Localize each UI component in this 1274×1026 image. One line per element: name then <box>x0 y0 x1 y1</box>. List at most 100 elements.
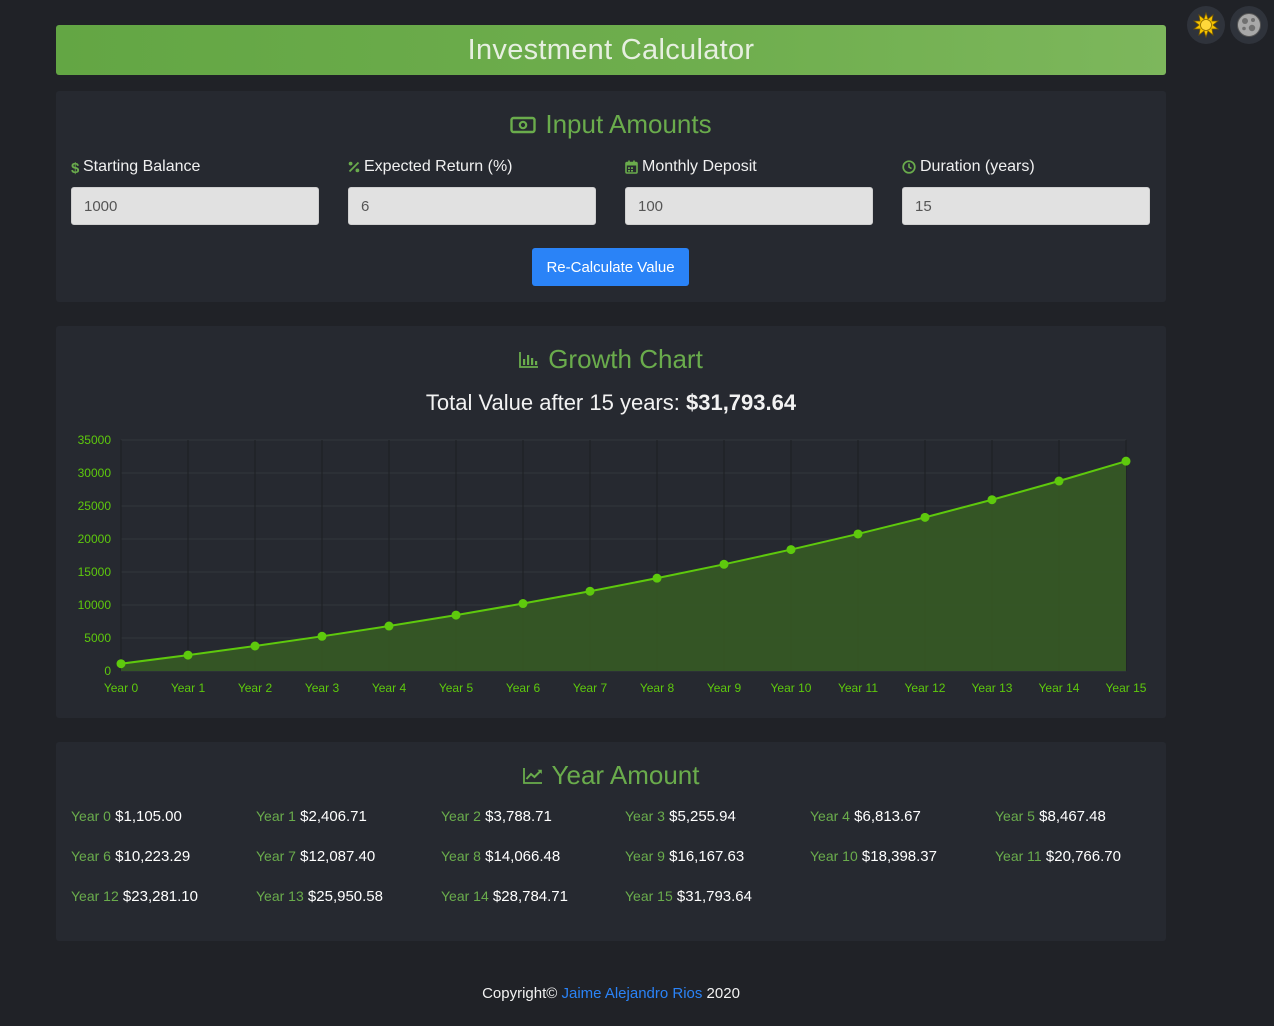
year-value: $20,766.70 <box>1041 848 1121 865</box>
percent-icon <box>348 161 360 173</box>
monthly-deposit-label: Monthly Deposit <box>642 158 757 175</box>
data-point <box>116 659 126 669</box>
data-point <box>786 545 796 555</box>
year-label: Year 1 <box>256 808 296 824</box>
input-amounts-heading: Input Amounts <box>56 109 1166 140</box>
data-point <box>317 631 327 641</box>
x-tick-label: Year 13 <box>972 681 1013 695</box>
x-tick-label: Year 5 <box>439 681 474 695</box>
copyright-year: 2020 <box>702 985 740 1002</box>
year-value: $14,066.48 <box>480 848 561 865</box>
x-tick-label: Year 6 <box>506 681 541 695</box>
year-amount-title: Year Amount <box>551 760 700 790</box>
year-value: $25,950.58 <box>303 888 383 905</box>
monthly-deposit-input[interactable] <box>625 187 873 225</box>
year-amount-item: Year 3 $5,255.94 <box>625 808 736 825</box>
year-value: $12,087.40 <box>295 848 376 865</box>
author-link[interactable]: Jaime Alejandro Rios <box>561 985 702 1002</box>
year-amount-item: Year 8 $14,066.48 <box>441 848 560 865</box>
year-amount-item: Year 0 $1,105.00 <box>71 808 182 825</box>
year-amount-item: Year 14 $28,784.71 <box>441 888 568 905</box>
sun-icon <box>1193 12 1219 38</box>
expected-return-input[interactable] <box>348 187 596 225</box>
year-value: $5,255.94 <box>664 808 736 825</box>
footer: Copyright© Jaime Alejandro Rios 2020 <box>0 985 1222 1002</box>
y-tick-label: 0 <box>104 664 111 678</box>
copyright-prefix: Copyright© <box>482 985 562 1002</box>
year-amount-item: Year 5 $8,467.48 <box>995 808 1106 825</box>
y-tick-label: 10000 <box>78 598 112 612</box>
year-label: Year 12 <box>71 888 119 904</box>
header-bar: Investment Calculator <box>56 25 1166 75</box>
year-label: Year 8 <box>441 848 481 864</box>
data-point <box>183 650 193 660</box>
year-amount-item: Year 7 $12,087.40 <box>256 848 375 865</box>
y-tick-label: 20000 <box>78 532 112 546</box>
year-value: $23,281.10 <box>118 888 198 905</box>
starting-balance-label: Starting Balance <box>83 158 201 175</box>
data-point <box>920 512 930 522</box>
dark-theme-button[interactable] <box>1230 6 1268 44</box>
year-amount-item: Year 4 $6,813.67 <box>810 808 921 825</box>
money-bill-icon <box>510 116 537 133</box>
x-tick-label: Year 2 <box>238 681 273 695</box>
x-tick-label: Year 11 <box>838 681 878 695</box>
year-label: Year 10 <box>810 848 858 864</box>
x-tick-label: Year 15 <box>1106 681 1147 695</box>
year-value: $1,105.00 <box>110 808 182 825</box>
dollar-icon: $ <box>71 160 79 175</box>
data-point <box>384 621 394 631</box>
moon-icon <box>1237 13 1261 37</box>
recalculate-button[interactable]: Re-Calculate Value <box>532 248 689 286</box>
year-amount-item: Year 15 $31,793.64 <box>625 888 752 905</box>
light-theme-button[interactable] <box>1187 6 1225 44</box>
theme-toggles <box>1187 6 1268 44</box>
x-tick-label: Year 0 <box>104 681 139 695</box>
year-label: Year 3 <box>625 808 665 824</box>
x-tick-label: Year 8 <box>640 681 675 695</box>
starting-balance-field: $ Starting Balance <box>71 157 319 225</box>
y-tick-label: 15000 <box>78 565 112 579</box>
year-amount-card: Year Amount Year 0 $1,105.00 Year 1 $2,40… <box>56 742 1166 941</box>
page-title: Investment Calculator <box>467 33 755 66</box>
starting-balance-input[interactable] <box>71 187 319 225</box>
duration-field: Duration (years) <box>902 157 1150 225</box>
line-chart-icon <box>522 767 542 784</box>
duration-label: Duration (years) <box>920 158 1035 175</box>
area-fill <box>121 461 1126 671</box>
x-tick-label: Year 12 <box>905 681 946 695</box>
input-amounts-title: Input Amounts <box>545 109 712 139</box>
data-point <box>987 495 997 505</box>
year-label: Year 7 <box>256 848 296 864</box>
year-amount-item: Year 6 $10,223.29 <box>71 848 190 865</box>
growth-chart: 0 5000 10000 15000 20000 25000 30000 35000 Year … <box>78 433 1147 695</box>
growth-chart-card: Growth Chart Total Value after 15 years:… <box>56 326 1166 718</box>
year-amount-item: Year 11 $20,766.70 <box>995 848 1121 865</box>
x-tick-label: Year 10 <box>771 681 812 695</box>
year-label: Year 15 <box>625 888 673 904</box>
year-label: Year 0 <box>71 808 111 824</box>
year-label: Year 13 <box>256 888 304 904</box>
year-amount-item: Year 9 $16,167.63 <box>625 848 744 865</box>
data-point <box>652 573 662 583</box>
x-tick-label: Year 1 <box>171 681 206 695</box>
data-point <box>1054 476 1064 486</box>
x-tick-label: Year 9 <box>707 681 742 695</box>
year-value: $2,406.71 <box>295 808 367 825</box>
expected-return-label: Expected Return (%) <box>364 158 513 175</box>
year-amount-item: Year 10 $18,398.37 <box>810 848 937 865</box>
x-tick-label: Year 7 <box>573 681 608 695</box>
year-value: $28,784.71 <box>488 888 568 905</box>
year-amount-item: Year 13 $25,950.58 <box>256 888 383 905</box>
duration-input[interactable] <box>902 187 1150 225</box>
x-tick-label: Year 3 <box>305 681 340 695</box>
y-tick-label: 30000 <box>78 466 112 480</box>
data-point <box>1121 456 1131 466</box>
year-value: $6,813.67 <box>849 808 921 825</box>
data-point <box>451 610 461 620</box>
year-amount-item: Year 12 $23,281.10 <box>71 888 198 905</box>
x-tick-label: Year 14 <box>1039 681 1080 695</box>
year-amount-heading: Year Amount <box>56 760 1166 791</box>
y-tick-label: 5000 <box>84 631 111 645</box>
x-tick-label: Year 4 <box>372 681 407 695</box>
